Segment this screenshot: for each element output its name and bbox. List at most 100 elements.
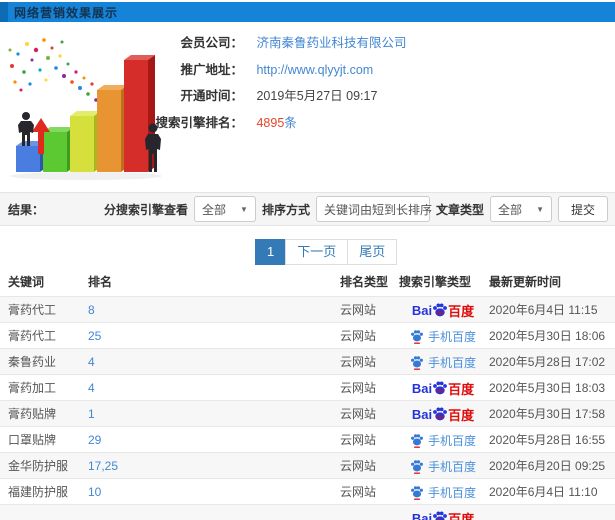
header-updated: 最新更新时间 bbox=[489, 275, 562, 289]
rank-cell[interactable]: 10 bbox=[88, 479, 101, 505]
engine-cell: Bai du 百度 手机百度 bbox=[399, 297, 487, 323]
table-row: 福建防护服 10 云网站 Bai du 百度 bbox=[0, 478, 615, 504]
bar-green bbox=[43, 127, 74, 172]
baidu-pc-logo: Bai du 百度 bbox=[411, 406, 475, 423]
engine-cell: Bai du 百度 手机百度 bbox=[399, 349, 487, 375]
baidu-mobile-logo: 手机百度 bbox=[410, 458, 476, 475]
rank-cell[interactable]: 8 bbox=[88, 297, 95, 323]
engine-cell: Bai du 百度 手机百度 bbox=[399, 505, 487, 520]
rank-cell[interactable]: 29 bbox=[88, 427, 101, 453]
engine-rank-count: 4895 bbox=[256, 115, 285, 130]
updated-cell: 2020年5月28日 17:02 bbox=[489, 355, 606, 369]
article-type-select[interactable]: 全部 ▼ bbox=[489, 196, 552, 222]
rank-type-cell: 云网站 bbox=[340, 381, 377, 395]
article-type-label: 文章类型 bbox=[435, 202, 484, 217]
engine-cell: Bai du 百度 手机百度 bbox=[399, 479, 487, 505]
table-row: 膏药代工 8 云网站 Bai du 百度 2020年6月4日 11:15 bbox=[0, 296, 615, 322]
keyword-cell: 膏药代工 bbox=[8, 329, 57, 343]
baidu-pc-logo: Bai du 百度 bbox=[411, 302, 475, 319]
rank-type-cell: 云网站 bbox=[340, 485, 377, 499]
page: 网络营销效果展示 会员公司： 济南秦鲁药业科技有限公司 推广地址： http:/… bbox=[0, 0, 615, 520]
updated-cell: 2020年5月30日 17:58 bbox=[489, 407, 606, 421]
page-1-button[interactable]: 1 bbox=[255, 239, 287, 265]
promo-url-row: 推广地址： http://www.qlyyjt.com bbox=[148, 57, 407, 84]
table-row: 膏药加工 4 云网站 Bai du 百度 2020年5月30日 18:03 bbox=[0, 374, 615, 400]
sort-select[interactable]: 关键词由短到长排序 ▼ bbox=[315, 196, 445, 222]
header-engine-type: 搜索引擎类型 bbox=[399, 275, 472, 289]
engine-rank-row: 搜索引擎排名： 4895条 bbox=[148, 110, 407, 137]
baidu-mobile-logo: 手机百度 bbox=[410, 328, 476, 345]
bar-orange bbox=[97, 85, 128, 172]
rank-cell[interactable]: 1 bbox=[88, 401, 95, 427]
baidu-mobile-logo: 手机百度 bbox=[410, 354, 476, 371]
keyword-cell: 秦鲁药业 bbox=[8, 355, 57, 369]
baidu-paw-icon: du bbox=[433, 511, 447, 520]
header-keyword: 关键词 bbox=[8, 275, 45, 289]
updated-cell: 2020年5月30日 18:03 bbox=[489, 381, 606, 395]
open-time-row: 开通时间： 2019年5月27日 09:17 bbox=[148, 83, 407, 110]
baidu-mobile-logo: 手机百度 bbox=[410, 432, 476, 449]
baidu-pc-logo: Bai du 百度 bbox=[412, 509, 474, 520]
result-label: 结果： bbox=[8, 202, 45, 217]
header-rank-type: 排名类型 bbox=[340, 275, 389, 289]
rank-cell[interactable]: 25 bbox=[88, 323, 101, 349]
table-row: Bai du 百度 手机百度 bbox=[0, 504, 615, 520]
keyword-cell: 膏药代工 bbox=[8, 303, 57, 317]
promo-url-link[interactable]: http://www.qlyyjt.com bbox=[256, 63, 373, 77]
updated-cell: 2020年6月20日 09:25 bbox=[489, 459, 606, 473]
bar-chart-illustration bbox=[8, 38, 162, 180]
submit-button[interactable]: 提交 bbox=[557, 196, 608, 222]
last-page-button[interactable]: 尾页 bbox=[347, 239, 398, 265]
rank-type-cell: 云网站 bbox=[340, 303, 377, 317]
rank-cell[interactable]: 4 bbox=[88, 375, 95, 401]
mobile-baidu-paw-icon bbox=[411, 433, 423, 448]
baidu-pc-logo: Bai du 百度 bbox=[411, 380, 475, 397]
baidu-paw-icon: du bbox=[433, 381, 447, 395]
open-time-label: 开通时间： bbox=[180, 89, 243, 103]
filter-bar: 结果： 分搜索引擎查看 全部 ▼ 排序方式 关键词由短到长排序 ▼ 文章类型 全… bbox=[0, 192, 615, 226]
baidu-mobile-logo: 手机百度 bbox=[410, 484, 476, 501]
filter-controls: 分搜索引擎查看 全部 ▼ 排序方式 关键词由短到长排序 ▼ 文章类型 全部 ▼ … bbox=[104, 196, 615, 222]
baidu-paw-icon: du bbox=[433, 407, 447, 421]
engine-cell: Bai du 百度 手机百度 bbox=[399, 453, 487, 479]
confetti-dots bbox=[8, 38, 102, 102]
promo-url-label: 推广地址： bbox=[180, 62, 243, 77]
keyword-cell: 膏药加工 bbox=[8, 381, 57, 395]
keyword-cell: 金华防护服 bbox=[8, 459, 69, 473]
table-row: 秦鲁药业 4 云网站 Bai du 百度 bbox=[0, 348, 615, 374]
results-table: 关键词 排名 排名类型 搜索引擎类型 最新更新时间 膏药代工 8 云网站 Bai… bbox=[0, 268, 615, 520]
engine-filter-label: 分搜索引擎查看 bbox=[103, 202, 188, 217]
mobile-baidu-paw-icon bbox=[411, 459, 423, 474]
rank-type-cell: 云网站 bbox=[340, 355, 377, 369]
chevron-down-icon: ▼ bbox=[240, 204, 248, 214]
rank-type-cell: 云网站 bbox=[340, 459, 377, 473]
company-label: 会员公司： bbox=[180, 36, 243, 50]
engine-rank-unit: 条 bbox=[284, 115, 297, 130]
businessman-left bbox=[18, 112, 34, 146]
table-row: 膏药贴牌 1 云网站 Bai du 百度 2020年5月30日 17:58 bbox=[0, 400, 615, 426]
table-row: 膏药代工 25 云网站 Bai du 百度 bbox=[0, 322, 615, 348]
engine-filter-select[interactable]: 全部 ▼ bbox=[193, 196, 256, 222]
table-header: 关键词 排名 排名类型 搜索引擎类型 最新更新时间 bbox=[0, 268, 615, 296]
engine-cell: Bai du 百度 手机百度 bbox=[399, 323, 487, 349]
company-row: 会员公司： 济南秦鲁药业科技有限公司 bbox=[148, 30, 406, 57]
svg-text:du: du bbox=[437, 414, 444, 420]
rank-type-cell: 云网站 bbox=[340, 407, 377, 421]
rank-cell[interactable]: 17,25 bbox=[88, 453, 118, 479]
page-title: 网络营销效果展示 bbox=[14, 5, 119, 20]
open-time-value: 2019年5月27日 09:17 bbox=[256, 89, 378, 103]
company-link[interactable]: 济南秦鲁药业科技有限公司 bbox=[256, 36, 406, 50]
engine-cell: Bai du 百度 手机百度 bbox=[399, 375, 487, 401]
sort-value: 关键词由短到长排序 bbox=[323, 202, 432, 217]
titlebar: 网络营销效果展示 bbox=[0, 2, 615, 22]
table-row: 金华防护服 17,25 云网站 Bai du 百度 bbox=[0, 452, 615, 478]
next-page-button[interactable]: 下一页 bbox=[285, 239, 349, 265]
table-body: 膏药代工 8 云网站 Bai du 百度 2020年6月4日 11:15 膏药代… bbox=[0, 296, 615, 520]
mobile-baidu-paw-icon bbox=[411, 355, 423, 370]
baidu-paw-icon: du bbox=[433, 303, 447, 317]
rank-cell[interactable]: 4 bbox=[88, 349, 95, 375]
table-row: 口罩贴牌 29 云网站 Bai du 百度 bbox=[0, 426, 615, 452]
member-info-section: 会员公司： 济南秦鲁药业科技有限公司 推广地址： http://www.qlyy… bbox=[148, 30, 407, 137]
mobile-baidu-paw-icon bbox=[411, 329, 423, 344]
mobile-baidu-paw-icon bbox=[411, 485, 423, 500]
